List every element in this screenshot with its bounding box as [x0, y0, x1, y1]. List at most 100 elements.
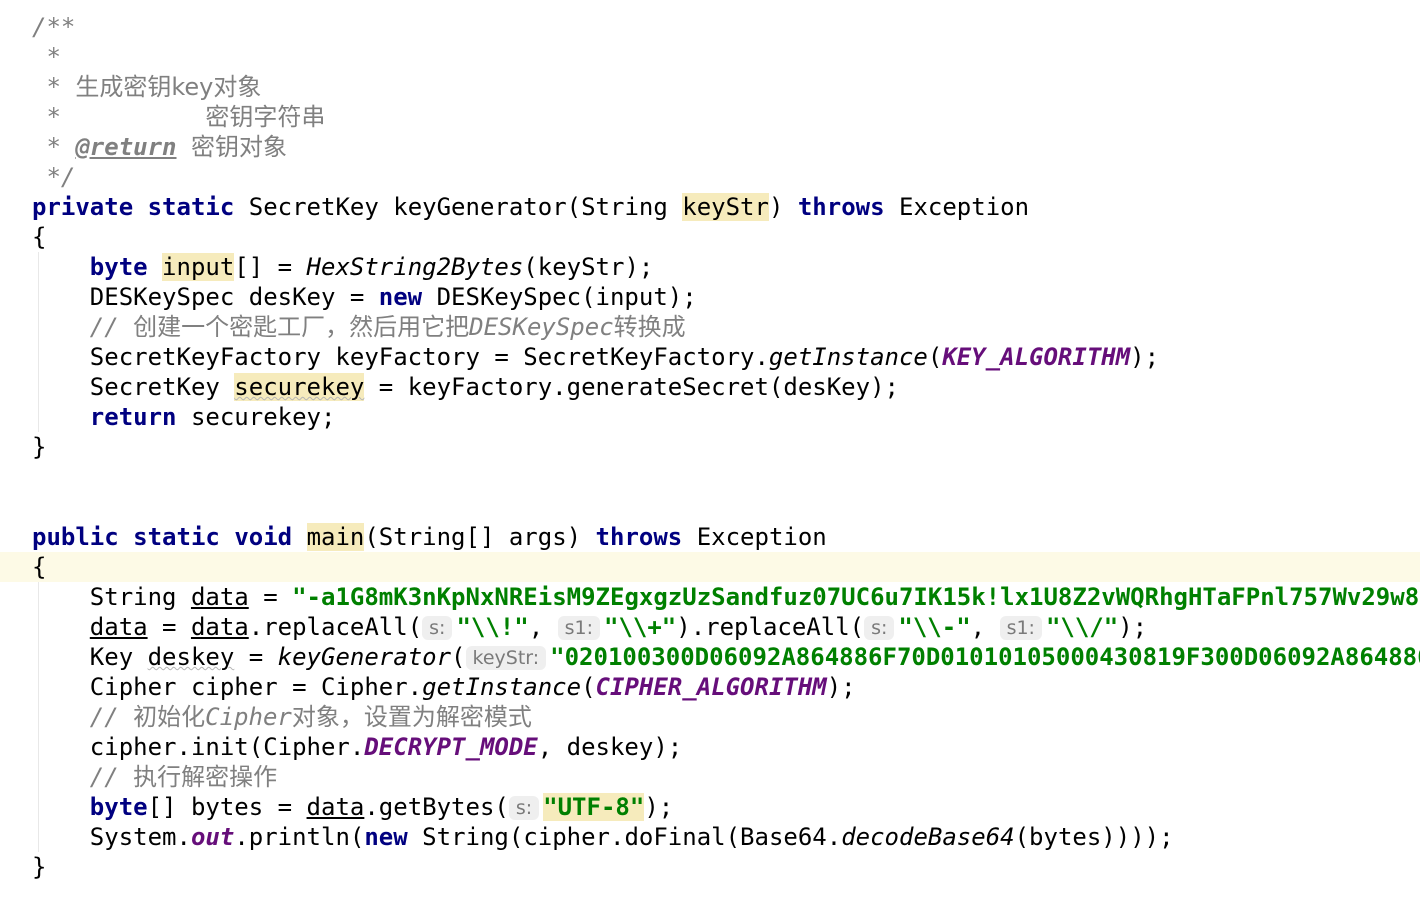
close-brace: }: [32, 853, 47, 881]
method-call[interactable]: getInstance: [769, 343, 928, 371]
code-text: cipher.init(Cipher.: [89, 733, 365, 761]
line-comment: // 执行解密操作: [32, 762, 277, 792]
code-text: SecretKeyFactory keyFactory = SecretKeyF…: [89, 343, 769, 371]
code-line: byte[] bytes = data.getBytes(s: "UTF-8");: [0, 792, 1420, 822]
line-comment: // 初始化Cipher对象，设置为解密模式: [32, 702, 532, 732]
code-editor[interactable]: /** * * 生成密钥key对象 * 密钥字符串 * @return 密钥对象…: [0, 0, 1420, 908]
var-data[interactable]: data: [307, 793, 365, 821]
code-text: =: [248, 583, 293, 611]
code-text: Exception: [682, 523, 827, 551]
code-text: (: [927, 343, 943, 371]
code-text: );: [644, 793, 674, 821]
code-line: */: [0, 162, 1420, 192]
code-text: DESKeySpec(input);: [422, 283, 697, 311]
code-line: cipher.init(Cipher.DECRYPT_MODE, deskey)…: [0, 732, 1420, 762]
code-line: * @return 密钥对象: [0, 132, 1420, 162]
comment-text: 密钥对象: [190, 133, 287, 161]
code-text: (bytes))));: [1014, 823, 1174, 851]
string-literal: "\\!": [456, 613, 529, 641]
code-text: System.: [89, 823, 191, 851]
comment-text: //: [89, 763, 134, 791]
var-deskey[interactable]: deskey: [148, 643, 235, 671]
code-text: .replaceAll(: [248, 613, 423, 641]
method-signature: public static void main(String[] args) t…: [32, 522, 827, 552]
static-field-out[interactable]: out: [191, 823, 234, 851]
var-securekey[interactable]: securekey: [234, 373, 365, 401]
code-line: }: [0, 432, 1420, 462]
keyword-void: void: [234, 523, 293, 551]
statement: data = data.replaceAll(s: "\\!", s1: "\\+"…: [32, 612, 1147, 642]
comment-text: Cipher: [205, 703, 292, 731]
comment-text: //: [89, 313, 134, 341]
statement: cipher.init(Cipher.DECRYPT_MODE, deskey)…: [32, 732, 682, 762]
comment-star: *: [32, 43, 61, 71]
comment-text: //: [89, 703, 134, 731]
comment-text: DESKeySpec: [469, 313, 614, 341]
constant[interactable]: CIPHER_ALGORITHM: [596, 673, 827, 701]
code-text: String(cipher.doFinal(Base64.: [407, 823, 842, 851]
keyword-throws: throws: [797, 193, 885, 221]
keyword-throws: throws: [595, 523, 683, 551]
code-text: securekey;: [176, 403, 336, 431]
parameter-hint: s:: [864, 616, 895, 640]
code-text: );: [1118, 613, 1148, 641]
code-text: =: [234, 643, 278, 671]
signature-text: SecretKey keyGenerator(String: [234, 193, 683, 221]
code-text: DESKeySpec desKey =: [89, 283, 379, 311]
comment-star: *: [32, 133, 61, 161]
code-line: Cipher cipher = Cipher.getInstance(CIPHE…: [0, 672, 1420, 702]
string-literal: "-a1G8mK3nKpNxNREisM9ZEgxgzUzSandfuz07UC…: [292, 583, 1420, 611]
signature-text: ): [768, 193, 798, 221]
code-text: .getBytes(: [364, 793, 509, 821]
var-data[interactable]: data: [191, 583, 249, 611]
method-call[interactable]: keyGenerator: [278, 643, 451, 671]
code-text: ,: [970, 613, 1000, 641]
comment-star: *: [32, 73, 61, 101]
param-keystr[interactable]: keyStr: [682, 193, 769, 221]
comment-open: /**: [32, 13, 76, 41]
comment-close: */: [32, 163, 76, 191]
line-comment: // 创建一个密匙工厂，然后用它把DESKeySpec转换成: [32, 312, 686, 342]
code-line: byte input[] = HexString2Bytes(keyStr);: [0, 252, 1420, 282]
keyword-byte: byte: [89, 793, 148, 821]
comment-text: 初始化: [133, 703, 206, 731]
code-line: {: [0, 222, 1420, 252]
string-literal: "020100300D06092A864886F70D0101010500043…: [550, 643, 1420, 671]
code-text: (: [581, 673, 596, 701]
code-text: (keyStr);: [523, 253, 654, 281]
string-literal: "\\+": [604, 613, 677, 641]
code-text: [] =: [234, 253, 307, 281]
parameter-hint: keyStr:: [465, 646, 547, 670]
keyword-static: static: [133, 523, 220, 551]
open-brace: {: [32, 553, 47, 581]
code-text: String: [89, 583, 191, 611]
constant[interactable]: KEY_ALGORITHM: [942, 343, 1130, 371]
statement: byte[] bytes = data.getBytes(s: "UTF-8");: [32, 792, 673, 822]
parameter-hint: s1:: [999, 616, 1042, 640]
method-call[interactable]: decodeBase64: [841, 823, 1014, 851]
code-line: // 执行解密操作: [0, 762, 1420, 792]
code-line: /**: [0, 12, 1420, 42]
code-text: , deskey);: [537, 733, 683, 761]
keyword-new: new: [364, 823, 408, 851]
code-line: *: [0, 42, 1420, 72]
statement: return securekey;: [32, 402, 336, 432]
method-call[interactable]: HexString2Bytes: [307, 253, 524, 281]
statement: SecretKeyFactory keyFactory = SecretKeyF…: [32, 342, 1159, 372]
statement: byte input[] = HexString2Bytes(keyStr);: [32, 252, 653, 282]
statement: String data = "-a1G8mK3nKpNxNREisM9ZEgxg…: [32, 582, 1420, 612]
string-literal: "\\-": [898, 613, 971, 641]
current-line: {: [0, 552, 1420, 582]
code-line: * 密钥字符串: [0, 102, 1420, 132]
method-call[interactable]: getInstance: [422, 673, 581, 701]
method-name-main[interactable]: main: [306, 523, 365, 551]
var-data[interactable]: data: [90, 613, 148, 641]
var-data[interactable]: data: [191, 613, 249, 641]
code-text: );: [1130, 343, 1160, 371]
code-text: Cipher cipher = Cipher.: [89, 673, 423, 701]
var-input[interactable]: input: [162, 253, 235, 281]
statement: DESKeySpec desKey = new DESKeySpec(input…: [32, 282, 697, 312]
constant[interactable]: DECRYPT_MODE: [364, 733, 537, 761]
string-literal: "\\/": [1045, 613, 1119, 641]
comment-line: * 密钥字符串: [32, 102, 325, 132]
